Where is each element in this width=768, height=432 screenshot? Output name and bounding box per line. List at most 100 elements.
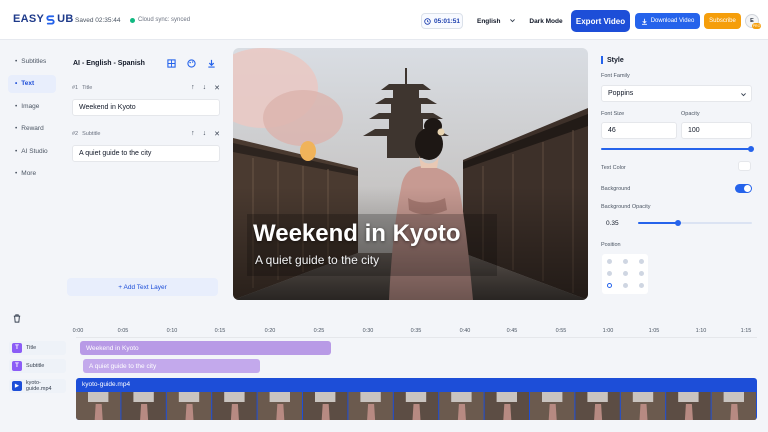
tick-label: 0:45 <box>506 328 518 334</box>
top-bar: EASY UB Saved 02:35:44 Cloud sync: synce… <box>0 0 768 40</box>
download-icon <box>641 18 647 25</box>
timer-display[interactable]: 05:01:51 <box>421 13 463 29</box>
bullet-icon: • <box>15 125 18 132</box>
download-icon[interactable] <box>206 58 216 68</box>
chevron-down-icon <box>741 93 746 97</box>
subscribe-button[interactable]: Subscribe <box>704 13 741 29</box>
subtitle-clip[interactable]: A quiet guide to the city <box>83 359 260 373</box>
position-top-center[interactable] <box>623 259 628 264</box>
arrow-down-icon[interactable]: ↓ <box>203 130 207 138</box>
track-label-subtitle[interactable]: T Subtitle <box>9 359 66 373</box>
position-middle-center[interactable] <box>623 271 628 276</box>
dark-mode-button[interactable]: Dark Mode <box>526 13 566 29</box>
tick-label: 0:40 <box>459 328 471 334</box>
video-thumbnail <box>76 392 121 420</box>
sidebar-item-image[interactable]: • Image <box>8 97 56 115</box>
position-top-right[interactable] <box>639 259 644 264</box>
tick-label: 0:25 <box>313 328 325 334</box>
text-track-icon: T <box>12 361 22 371</box>
video-thumbnail <box>620 392 666 420</box>
font-size-input[interactable]: 46 <box>601 122 677 139</box>
subtitle-text-input[interactable]: A quiet guide to the city <box>72 145 220 162</box>
tick-label: 0:10 <box>166 328 178 334</box>
video-thumbnail <box>121 392 166 420</box>
title-text-input[interactable]: Weekend in Kyoto <box>72 99 220 116</box>
track-label-title[interactable]: T Title <box>9 341 66 355</box>
video-thumbnail <box>393 392 439 420</box>
video-thumbnail <box>666 392 711 420</box>
position-label: Position <box>601 242 621 248</box>
position-middle-right[interactable] <box>639 271 644 276</box>
text-layer-subtitle: #2 Subtitle ↑ ↓ ✕ A quiet guide to the c… <box>72 129 220 162</box>
sidebar-item-ai-studio[interactable]: • AI Studio <box>8 142 56 160</box>
opacity-input[interactable]: 100 <box>681 122 752 139</box>
arrow-down-icon[interactable]: ↓ <box>203 84 207 92</box>
bullet-icon: • <box>15 57 18 65</box>
video-clip[interactable]: kyoto-guide.mp4 <box>76 378 757 420</box>
position-bottom-right[interactable] <box>639 283 644 288</box>
language-select[interactable]: English <box>471 13 520 29</box>
close-icon[interactable]: ✕ <box>214 130 220 138</box>
bullet-icon: • <box>15 80 18 87</box>
download-video-button[interactable]: Download Video <box>635 13 700 29</box>
position-top-left[interactable] <box>607 259 612 264</box>
cloud-sync-status: Cloud sync: synced <box>130 17 190 23</box>
position-middle-left[interactable] <box>607 271 612 276</box>
opacity-slider[interactable] <box>601 146 754 152</box>
export-video-button[interactable]: Export Video <box>571 10 630 32</box>
background-opacity-slider[interactable] <box>638 220 752 226</box>
chevron-down-icon <box>510 19 515 23</box>
tick-label: 0:15 <box>214 328 226 334</box>
video-thumbnail <box>530 392 575 420</box>
layer-number: #2 <box>72 131 79 137</box>
background-toggle[interactable] <box>735 184 752 193</box>
tick-label: 0:05 <box>117 328 129 334</box>
text-layers-panel: AI - English - Spanish #1 Title ↑ ↓ ✕ We… <box>66 48 224 298</box>
palette-icon[interactable] <box>186 58 196 68</box>
add-text-layer-button[interactable]: + Add Text Layer <box>67 278 218 296</box>
tick-label: 1:05 <box>648 328 660 334</box>
style-panel: Style Font Family Poppins Font Size Opac… <box>596 48 760 300</box>
video-thumbnail <box>257 392 302 420</box>
background-opacity-slider-fill <box>638 222 678 224</box>
sidebar-item-reward[interactable]: • Reward <box>8 120 56 138</box>
arrow-up-icon[interactable]: ↑ <box>191 84 195 92</box>
preview-title-text[interactable]: Weekend in Kyoto <box>253 220 461 248</box>
grid-icon[interactable] <box>166 58 176 68</box>
position-bottom-center[interactable] <box>623 283 628 288</box>
saved-status: Saved 02:35:44 <box>75 17 121 24</box>
font-family-label: Font Family <box>601 73 630 79</box>
video-thumbnail <box>303 392 348 420</box>
tick-label: 1:10 <box>695 328 707 334</box>
opacity-slider-handle[interactable] <box>748 146 754 152</box>
background-opacity-slider-handle[interactable] <box>674 220 681 226</box>
text-color-swatch[interactable] <box>738 161 751 171</box>
timeline: 0:00 0:05 0:10 0:15 0:20 0:25 0:30 0:35 … <box>0 308 768 432</box>
layers-title: AI - English - Spanish <box>73 60 145 67</box>
sidebar-item-text[interactable]: • Text <box>8 74 56 93</box>
sidebar-item-more[interactable]: • More <box>8 165 56 183</box>
position-bottom-left[interactable] <box>607 283 612 288</box>
logo: EASY UB <box>13 13 74 25</box>
text-color-label: Text Color <box>601 165 626 171</box>
video-thumbnail <box>348 392 393 420</box>
video-thumbnail <box>575 392 620 420</box>
layers-toolbar <box>166 58 216 68</box>
bullet-icon: • <box>15 170 18 177</box>
close-icon[interactable]: ✕ <box>214 84 220 92</box>
video-preview[interactable]: Weekend in Kyoto A quiet guide to the ci… <box>233 48 588 300</box>
text-layer-title: #1 Title ↑ ↓ ✕ Weekend in Kyoto <box>72 83 220 116</box>
logo-s-icon <box>46 14 55 25</box>
tick-label: 0:20 <box>264 328 276 334</box>
pro-badge: PRO <box>752 23 761 29</box>
clock-icon <box>424 17 431 25</box>
sidebar-nav: • Subtitles • Text • Image • Reward • AI Stud… <box>8 52 56 187</box>
arrow-up-icon[interactable]: ↑ <box>191 130 195 138</box>
font-family-select[interactable]: Poppins <box>601 85 752 102</box>
tick-label: 1:15 <box>740 328 752 334</box>
trash-icon[interactable] <box>13 314 21 325</box>
title-clip[interactable]: Weekend in Kyoto <box>80 341 331 355</box>
preview-subtitle-text[interactable]: A quiet guide to the city <box>255 253 379 267</box>
sidebar-item-subtitles[interactable]: • Subtitles <box>8 52 56 70</box>
track-label-video[interactable]: ▶ kyoto-guide.mp4 <box>9 379 66 393</box>
